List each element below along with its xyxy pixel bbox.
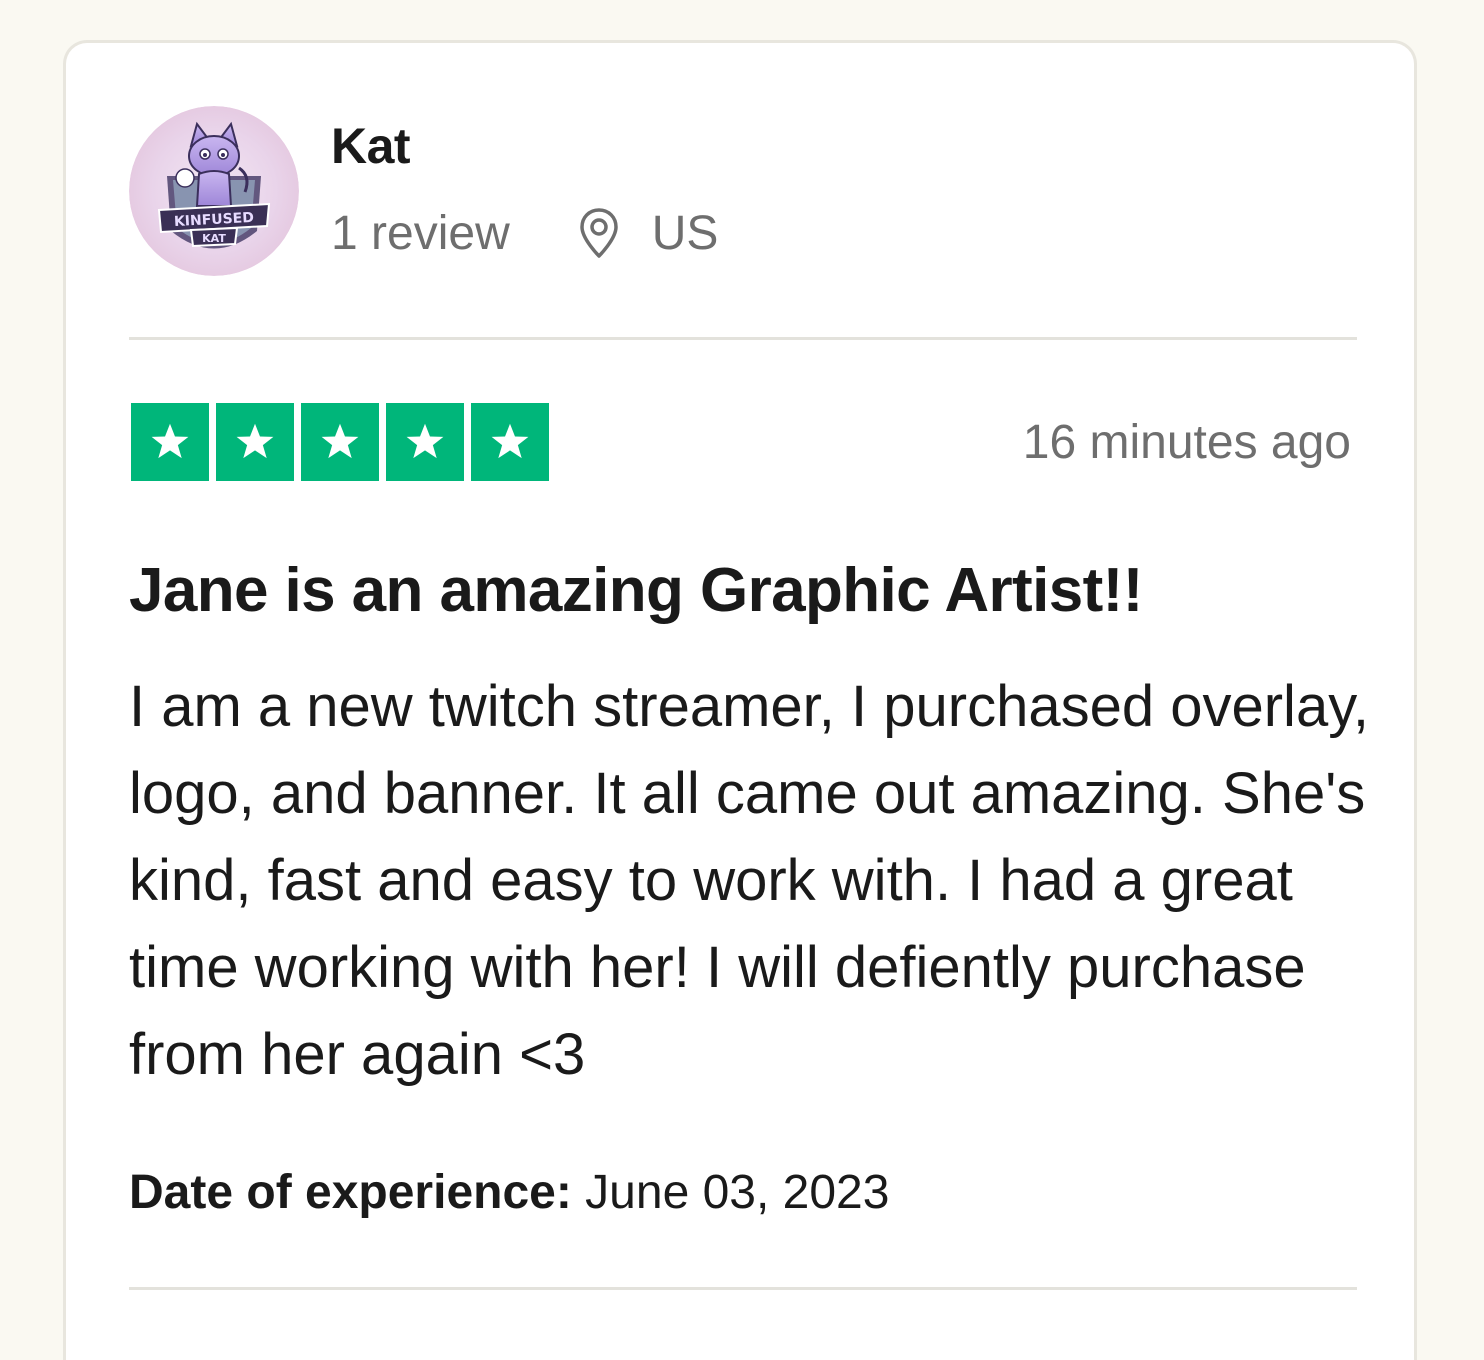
date-of-experience: Date of experience: June 03, 2023 [129, 1163, 889, 1223]
experience-date: June 03, 2023 [585, 1166, 890, 1219]
star-icon [471, 403, 549, 481]
review-card: KINFUSED KAT Kat 1 review US 16 minutes … [63, 40, 1417, 1360]
reviewer-meta: 1 review US [331, 203, 718, 263]
cat-mascot-avatar-icon: KINFUSED KAT [129, 106, 299, 276]
experience-label: Date of experience: [129, 1166, 572, 1219]
divider [129, 337, 1357, 340]
reviewer-country: US [651, 206, 719, 260]
star-icon [216, 403, 294, 481]
review-body: I am a new twitch streamer, I purchased … [129, 674, 1370, 1087]
svg-text:KAT: KAT [202, 232, 226, 245]
reviewer-name[interactable]: Kat [331, 121, 411, 171]
divider [129, 1287, 1357, 1290]
star-icon [301, 403, 379, 481]
location-pin-icon [576, 206, 622, 260]
review-count: 1 review [331, 206, 510, 260]
star-icon [131, 403, 209, 481]
star-rating [131, 403, 549, 481]
review-time: 16 minutes ago [1022, 416, 1351, 469]
avatar[interactable]: KINFUSED KAT [129, 106, 299, 276]
review-title[interactable]: Jane is an amazing Graphic Artist!! [129, 555, 1143, 627]
star-icon [386, 403, 464, 481]
